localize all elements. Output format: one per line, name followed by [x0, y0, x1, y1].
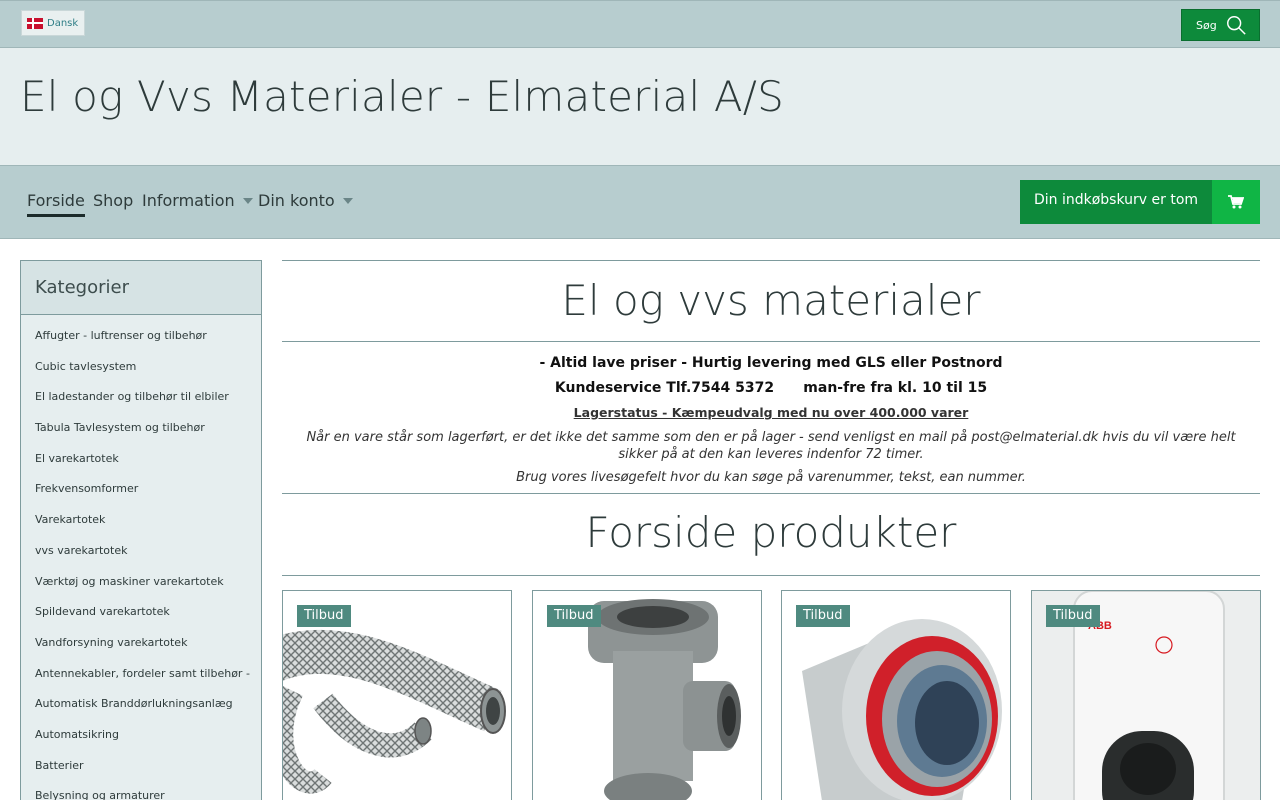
- offer-badge: Tilbud: [796, 605, 850, 627]
- category-link[interactable]: vvs varekartotek: [21, 544, 261, 575]
- offer-badge: Tilbud: [297, 605, 351, 627]
- offer-badge: Tilbud: [547, 605, 601, 627]
- divider: [282, 260, 1260, 261]
- category-link[interactable]: Antennekabler, fordeler samt tilbehør -: [21, 667, 261, 698]
- cart-button[interactable]: Din indkøbskurv er tom: [1020, 180, 1260, 224]
- site-banner: El og Vvs Materialer - Elmaterial A/S: [0, 48, 1280, 166]
- category-link[interactable]: Frekvensomformer: [21, 482, 261, 513]
- category-link[interactable]: Automatisk Branddørlukningsanlæg: [21, 697, 261, 728]
- category-link[interactable]: Vandforsyning varekartotek: [21, 636, 261, 667]
- nav-label: Information: [142, 191, 235, 210]
- product-card[interactable]: Tilbud: [532, 590, 762, 800]
- product-card[interactable]: Tilbud: [781, 590, 1011, 800]
- nav-item-din-konto[interactable]: Din konto: [258, 191, 353, 210]
- danish-flag-icon: [27, 17, 43, 29]
- language-label: Dansk: [47, 17, 79, 29]
- category-link[interactable]: Affugter - luftrenser og tilbehør: [21, 329, 261, 360]
- stock-note: Når en vare står som lagerført, er det i…: [306, 430, 1236, 462]
- search-label: Søg: [1196, 18, 1217, 32]
- shopping-cart-icon: [1212, 180, 1260, 224]
- product-card[interactable]: ABB Tilbud: [1031, 590, 1261, 800]
- category-sidebar: Kategorier Affugter - luftrenser og tilb…: [20, 260, 262, 800]
- caret-down-icon: [342, 197, 353, 204]
- nav-item-forside[interactable]: Forside: [27, 191, 85, 217]
- offer-badge: Tilbud: [1046, 605, 1100, 627]
- divider: [282, 575, 1260, 576]
- cart-label: Din indkøbskurv er tom: [1020, 180, 1212, 224]
- nav-label: Shop: [93, 191, 134, 210]
- language-selector[interactable]: Dansk: [21, 10, 86, 36]
- search-button[interactable]: Søg: [1181, 9, 1260, 41]
- main-navbar: Forside Shop Information Din konto Din i…: [0, 166, 1280, 239]
- divider: [282, 493, 1260, 494]
- category-link[interactable]: Automatsikring: [21, 728, 261, 759]
- category-list: Affugter - luftrenser og tilbehør Cubic …: [21, 315, 261, 800]
- sidebar-title: Kategorier: [21, 261, 261, 315]
- category-link[interactable]: Batterier: [21, 759, 261, 790]
- nav-item-shop[interactable]: Shop: [93, 191, 133, 210]
- search-icon: [1226, 16, 1246, 35]
- customer-service-info: Kundeservice Tlf.7544 5372 man-fre fra k…: [554, 380, 988, 396]
- tagline: - Altid lave priser - Hurtig levering me…: [539, 355, 1003, 371]
- products-heading: Forside produkter: [585, 508, 957, 557]
- category-link[interactable]: El varekartotek: [21, 452, 261, 483]
- nav-label: Forside: [27, 191, 85, 210]
- category-link[interactable]: Tabula Tavlesystem og tilbehør: [21, 421, 261, 452]
- category-link[interactable]: Værktøj og maskiner varekartotek: [21, 575, 261, 606]
- divider: [282, 341, 1260, 342]
- top-bar: Dansk Søg: [0, 0, 1280, 48]
- product-card[interactable]: Tilbud: [282, 590, 512, 800]
- site-title[interactable]: El og Vvs Materialer - Elmaterial A/S: [20, 72, 784, 121]
- page-heading: El og vvs materialer: [561, 276, 981, 325]
- nav-label: Din konto: [258, 191, 335, 210]
- category-link[interactable]: Spildevand varekartotek: [21, 605, 261, 636]
- search-note: Brug vores livesøgefelt hvor du kan søge…: [516, 470, 1026, 485]
- category-link[interactable]: Varekartotek: [21, 513, 261, 544]
- category-link[interactable]: Cubic tavlesystem: [21, 360, 261, 391]
- nav-item-information[interactable]: Information: [142, 191, 253, 210]
- category-link[interactable]: El ladestander og tilbehør til elbiler: [21, 390, 261, 421]
- category-link[interactable]: Belysning og armaturer: [21, 789, 261, 800]
- stock-status-link[interactable]: Lagerstatus - Kæmpeudvalg med nu over 40…: [282, 405, 1260, 420]
- caret-down-icon: [242, 197, 253, 204]
